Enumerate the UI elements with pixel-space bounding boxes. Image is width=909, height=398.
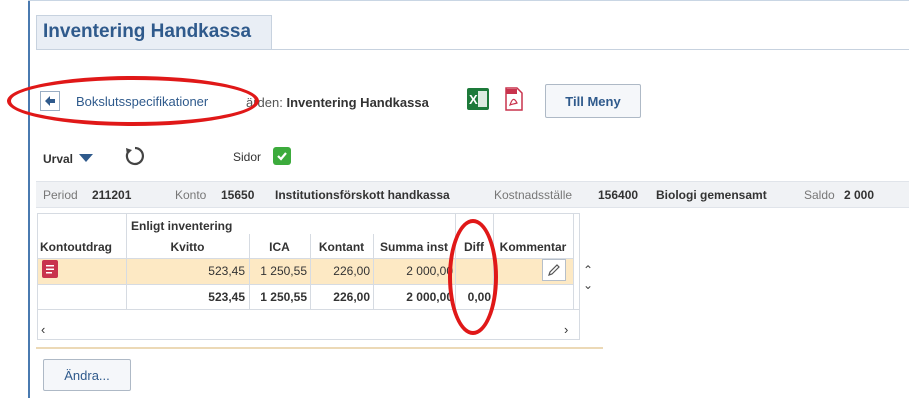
konto-label: Konto [175,188,207,202]
pencil-icon [548,264,560,276]
column-header-kvitto[interactable]: Kvitto [126,238,249,256]
inventory-grid: Enligt inventering Kontoutdrag Kvitto IC… [37,213,593,340]
konto-name: Institutionsförskott handkassa [275,188,450,202]
title-divider [36,49,909,50]
row-divider [38,309,579,310]
back-button[interactable] [40,91,60,111]
row-divider [38,258,573,259]
edit-comment-button[interactable] [542,259,566,281]
caret-down-icon[interactable] [79,154,93,162]
col-divider [573,214,574,309]
refresh-icon[interactable] [124,145,146,167]
row-divider [38,284,573,285]
total-summa-inst: 2 000,00 [406,290,453,304]
till-meny-button[interactable]: Till Meny [545,84,641,118]
total-kontant: 226,00 [333,290,370,304]
scroll-down-icon[interactable]: ⌄ [583,278,593,292]
pdf-icon[interactable] [504,87,524,111]
breadcrumb: ärden: Inventering Handkassa [246,95,429,110]
cell-ica[interactable]: 1 250,55 [249,260,307,282]
frame-border-top [28,0,909,1]
col-divider [493,214,494,309]
period-value: 211201 [92,188,132,202]
frame-border-left [28,0,30,398]
breadcrumb-current: Inventering Handkassa [286,95,429,110]
kostnadsstalle-value: 156400 [598,188,639,202]
arrow-left-icon [45,96,55,106]
back-link-bokslut[interactable]: Bokslutsspecifikationer [76,94,208,109]
cell-kontant[interactable]: 226,00 [310,260,370,282]
document-icon[interactable] [42,260,58,278]
breadcrumb-prefix: ärden: [246,95,283,110]
column-header-summa-inst[interactable]: Summa inst [373,238,455,256]
column-header-kontoutdrag[interactable]: Kontoutdrag [40,238,126,256]
excel-icon[interactable]: X [467,88,489,110]
urval-dropdown-label[interactable]: Urval [43,152,73,166]
kostnadsstalle-label: Kostnadsställe [494,188,573,202]
period-label: Period [43,188,78,202]
column-header-ica[interactable]: ICA [249,238,310,256]
total-ica: 1 250,55 [260,290,307,304]
column-header-kommentar[interactable]: Kommentar [493,238,573,256]
column-header-kontant[interactable]: Kontant [310,238,373,256]
cell-summa-inst: 2 000,00 [406,264,453,278]
konto-value: 15650 [221,188,255,202]
total-kvitto: 523,45 [208,290,245,304]
account-info-bar: Period 211201 Konto 15650 Institutionsfö… [36,181,909,208]
scroll-left-icon[interactable]: ‹ [41,322,45,337]
svg-text:X: X [469,92,478,107]
page-title-tab: Inventering Handkassa [36,15,272,49]
scroll-right-icon[interactable]: › [564,322,568,337]
scroll-up-icon[interactable]: ⌃ [583,263,593,277]
document-lines-icon [46,265,54,274]
sidor-label: Sidor [233,150,262,164]
kostnadsstalle-name: Biologi gemensamt [656,188,767,202]
grid-footer-divider [36,347,603,349]
saldo-label: Saldo [804,188,835,202]
cell-kvitto[interactable]: 523,45 [126,260,245,282]
andra-button[interactable]: Ändra... [43,359,131,391]
column-header-diff[interactable]: Diff [455,238,493,256]
check-icon [277,152,287,161]
saldo-value: 2 000 [844,188,875,202]
cell-diff [455,260,491,282]
sidor-checkbox[interactable] [273,147,291,165]
page-title: Inventering Handkassa [43,21,252,42]
group-header-enligt-inventering: Enligt inventering [131,219,233,233]
total-diff: 0,00 [467,290,491,304]
